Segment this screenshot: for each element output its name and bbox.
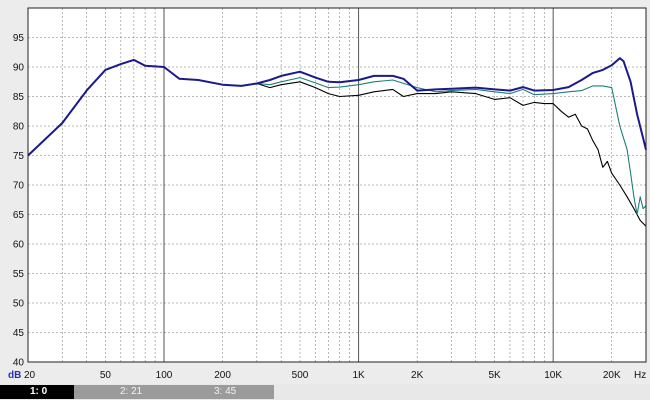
y-tick-label: 95 xyxy=(13,33,25,44)
x-tick-label: 200 xyxy=(214,370,231,381)
y-tick-label: 75 xyxy=(13,151,25,162)
y-tick-label: 65 xyxy=(13,210,25,221)
x-tick-label: 500 xyxy=(292,370,309,381)
frequency-response-chart: 40 45 50 55 60 65 70 75 80 85 90 95 20 50 100 200 500 1K… xyxy=(0,0,650,384)
tab-trace-2-label: 2: 21 xyxy=(120,386,143,397)
tab-trace-3[interactable]: 3: 45 xyxy=(174,385,274,399)
y-tick-label: 45 xyxy=(13,328,25,339)
y-tick-label: 85 xyxy=(13,92,25,103)
x-tick-label: 10K xyxy=(544,370,562,381)
y-tick-label: 55 xyxy=(13,269,25,280)
tab-trace-3-label: 3: 45 xyxy=(214,386,237,397)
trace-tabs: 1: 0 2: 21 3: 45 xyxy=(0,384,650,400)
x-tick-label: 1K xyxy=(352,370,365,381)
y-tick-label: 70 xyxy=(13,181,25,192)
y-tick-label: 80 xyxy=(13,122,25,133)
x-tick-label: 50 xyxy=(100,370,112,381)
tab-trace-2[interactable]: 2: 21 xyxy=(74,385,174,399)
tab-trace-1-label: 1: 0 xyxy=(30,386,48,397)
y-tick-label: 50 xyxy=(13,299,25,310)
x-tick-label: 20K xyxy=(603,370,621,381)
y-tick-label: 40 xyxy=(13,358,25,369)
x-tick-label: 5K xyxy=(488,370,501,381)
x-tick-label: 100 xyxy=(156,370,173,381)
tab-trace-1[interactable]: 1: 0 xyxy=(0,385,74,399)
x-axis-unit: Hz xyxy=(634,370,646,381)
y-axis-unit: dB xyxy=(8,370,21,381)
y-tick-label: 90 xyxy=(13,63,25,74)
y-tick-label: 60 xyxy=(13,240,25,251)
x-tick-label: 20 xyxy=(24,370,36,381)
x-tick-label: 2K xyxy=(411,370,424,381)
